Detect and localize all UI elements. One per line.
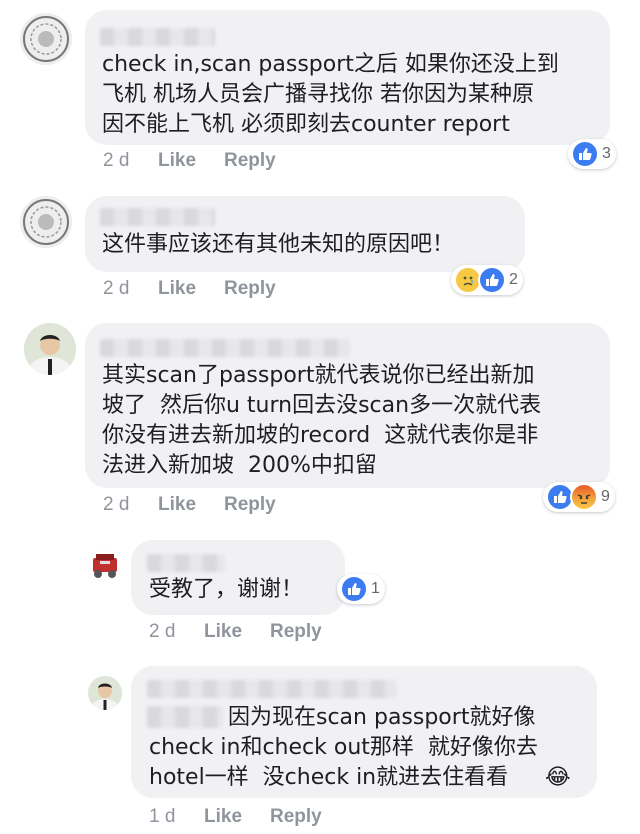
reaction-count: 2	[509, 271, 518, 288]
comment-line: 因为现在scan passport就好像	[228, 705, 536, 730]
comment-meta: 2 d Like Reply	[103, 278, 276, 300]
comment-line: 其实scan了passport就代表说你已经出新加	[102, 363, 535, 388]
reply-link[interactable]: Reply	[224, 150, 276, 172]
avatar[interactable]	[88, 676, 122, 710]
comment-meta: 1 d Like Reply	[149, 806, 322, 828]
comment-age: 2 d	[103, 278, 130, 299]
comment-bubble: 这件事应该还有其他未知的原因吧！	[85, 196, 525, 272]
like-icon	[340, 575, 368, 603]
commenter-name[interactable]	[100, 28, 215, 46]
seal-avatar-icon	[20, 13, 72, 65]
avatar[interactable]	[20, 196, 72, 248]
like-icon	[571, 140, 599, 168]
commenter-name[interactable]	[100, 208, 215, 226]
comment-line: 因不能上飞机 必须即刻去counter report	[102, 112, 510, 137]
comment-line: check in,scan passport之后 如果你还没上到	[102, 52, 559, 77]
comment-line: 受教了，谢谢！	[149, 577, 304, 602]
reply-bubble: 因为现在scan passport就好像 check in和check out那…	[131, 666, 597, 798]
comment-age: 2 d	[103, 150, 130, 171]
reaction-summary[interactable]: 2	[451, 265, 523, 295]
comment-age: 1 d	[149, 806, 176, 827]
angry-icon	[570, 483, 598, 511]
like-link[interactable]: Like	[158, 278, 224, 300]
reaction-count: 3	[602, 145, 611, 162]
comment-line: 法进入新加坡 200%中扣留	[102, 453, 377, 478]
comment-age: 2 d	[149, 621, 176, 642]
comment-line: check in和check out那样 就好像你去	[149, 735, 538, 760]
like-link[interactable]: Like	[204, 806, 270, 828]
reply-link[interactable]: Reply	[224, 494, 276, 516]
comment-line: 坡了 然后你u turn回去没scan多一次就代表	[102, 393, 542, 418]
person-avatar-icon	[88, 676, 122, 710]
comment-meta: 2 d Like Reply	[103, 150, 276, 172]
reaction-summary[interactable]: 3	[568, 139, 616, 169]
laughing-emoji-icon: 😂	[545, 765, 571, 790]
like-link[interactable]: Like	[204, 621, 270, 643]
reaction-summary[interactable]: 1	[337, 574, 385, 604]
comment-line: 这件事应该还有其他未知的原因吧！	[102, 232, 455, 257]
mention-tag[interactable]	[147, 706, 223, 728]
comment-line: 你没有进去新加坡的record 这就代表你是非	[102, 423, 539, 448]
commenter-name[interactable]	[100, 339, 350, 357]
avatar[interactable]	[24, 323, 76, 375]
engine-avatar-icon	[88, 548, 122, 582]
avatar[interactable]	[88, 548, 122, 582]
reply-link[interactable]: Reply	[270, 806, 322, 828]
reaction-count: 1	[371, 580, 380, 597]
comment-bubble: 其实scan了passport就代表说你已经出新加 坡了 然后你u turn回去…	[85, 323, 610, 488]
reply-link[interactable]: Reply	[224, 278, 276, 300]
comment-line: 飞机 机场人员会广播寻找你 若你因为某种原	[102, 82, 534, 107]
comment-bubble: check in,scan passport之后 如果你还没上到 飞机 机场人员…	[85, 10, 610, 145]
like-link[interactable]: Like	[158, 494, 224, 516]
reaction-count: 9	[601, 488, 610, 505]
reply-link[interactable]: Reply	[270, 621, 322, 643]
like-icon	[478, 266, 506, 294]
commenter-name[interactable]	[147, 680, 397, 698]
avatar[interactable]	[20, 13, 72, 65]
reaction-summary[interactable]: 9	[543, 482, 615, 512]
comment-meta: 2 d Like Reply	[103, 494, 276, 516]
like-link[interactable]: Like	[158, 150, 224, 172]
comment-age: 2 d	[103, 494, 130, 515]
comment-meta: 2 d Like Reply	[149, 621, 322, 643]
comment-line: hotel一样 没check in就进去住看看	[149, 765, 509, 790]
commenter-name[interactable]	[147, 554, 225, 572]
reply-bubble: 受教了，谢谢！	[131, 540, 345, 615]
person-avatar-icon	[24, 323, 76, 375]
seal-avatar-icon	[20, 196, 72, 248]
